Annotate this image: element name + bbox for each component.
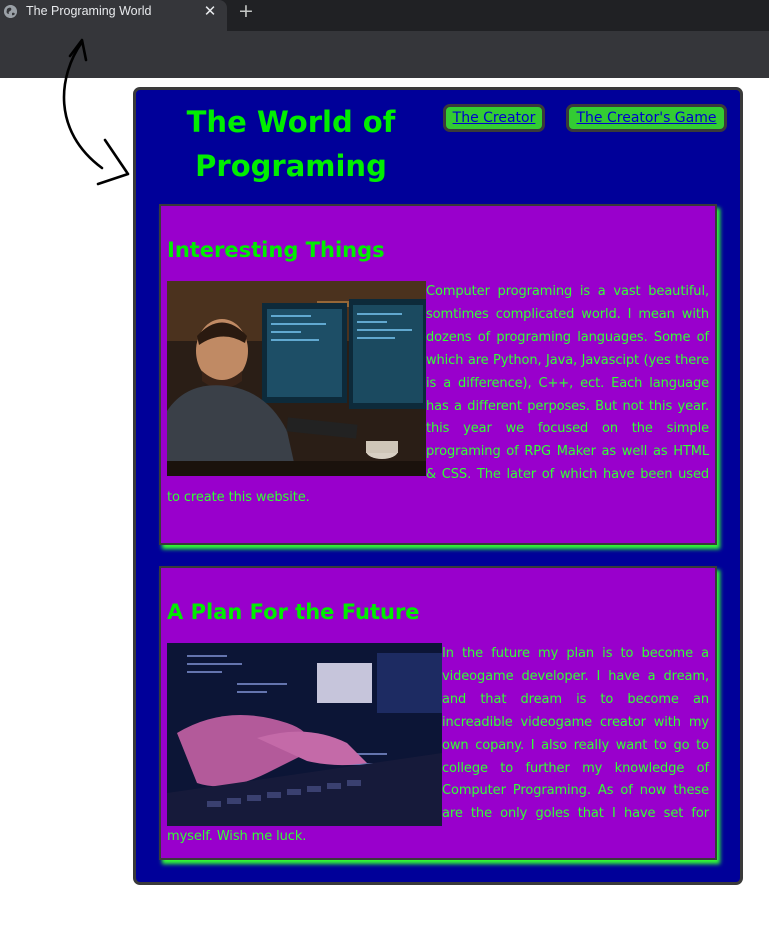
section-interesting-things: Interesting Things Computer programing i…: [159, 204, 717, 545]
section-heading: A Plan For the Future: [167, 600, 420, 624]
page-container: The World of Programing The Creator The …: [133, 87, 743, 885]
section-paragraph: Computer programing is a vast beautiful,…: [167, 281, 709, 510]
browser-tab-bar: The Programing World ✕ +: [0, 0, 769, 31]
globe-icon: [4, 5, 17, 18]
section-heading: Interesting Things: [167, 238, 385, 262]
section-plan-for-future: A Plan For the Future In the future my p…: [159, 566, 717, 860]
tab-title: The Programing World: [26, 4, 152, 18]
man-at-computer-photo: [167, 281, 426, 476]
the-creator-button[interactable]: The Creator: [443, 104, 545, 132]
browser-tab[interactable]: The Programing World ✕: [0, 0, 227, 31]
close-icon[interactable]: ✕: [201, 1, 219, 21]
curved-arrow-icon: [62, 38, 130, 186]
creators-game-button[interactable]: The Creator's Game: [566, 104, 727, 132]
page-title: The World of Programing: [186, 105, 396, 183]
section-paragraph: In the future my plan is to become a vid…: [167, 643, 709, 849]
new-tab-icon[interactable]: +: [235, 0, 257, 22]
hands-typing-photo: [167, 643, 442, 826]
